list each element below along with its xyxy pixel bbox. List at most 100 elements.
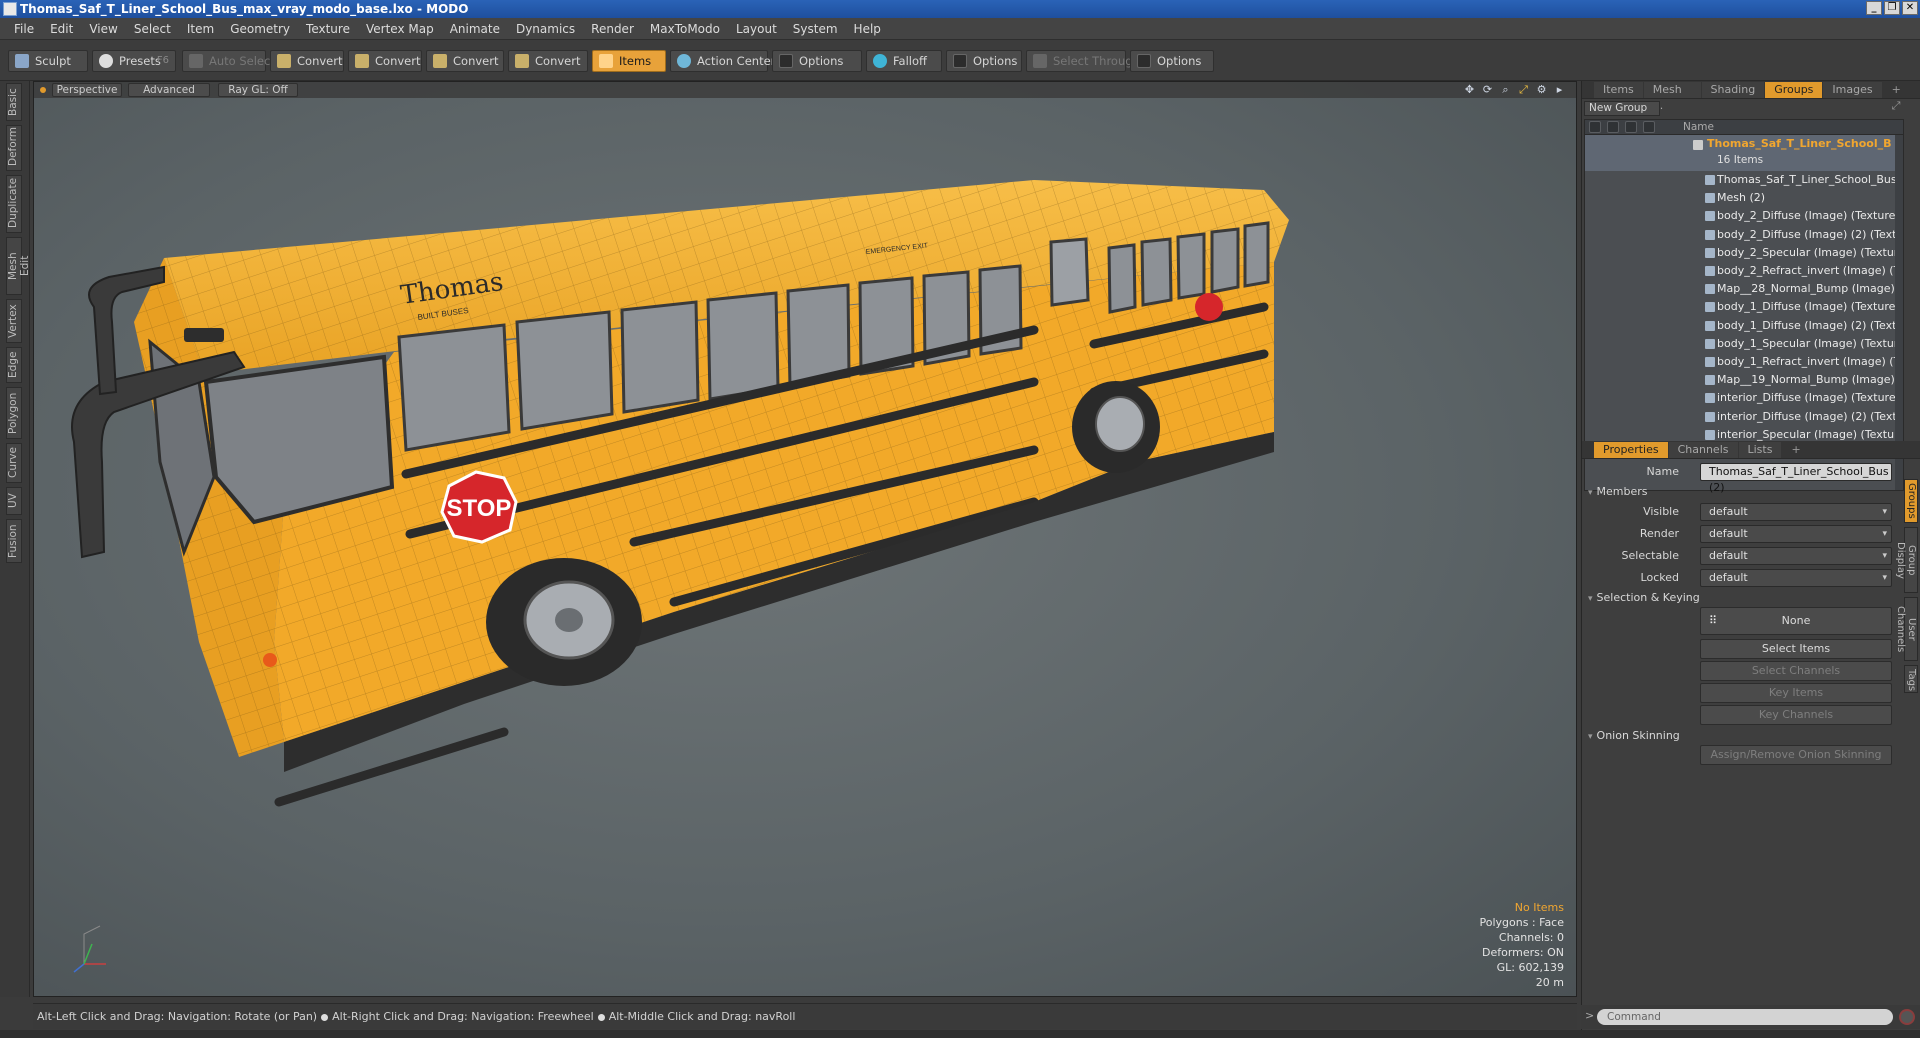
- tree-item-row[interactable]: body_1_Diffuse (Image) (2) (Textu...: [1585, 317, 1903, 335]
- tree-item-row[interactable]: interior_Diffuse (Image) (Texture): [1585, 389, 1903, 407]
- tab-channels[interactable]: Channels: [1668, 442, 1738, 458]
- action-center-button[interactable]: Action Center: [670, 50, 775, 72]
- lock-column-icon[interactable]: [1625, 121, 1637, 133]
- onion-skinning-section[interactable]: Onion Skinning: [1588, 729, 1680, 742]
- tree-item-row[interactable]: interior_Diffuse (Image) (2) (Texture): [1585, 408, 1903, 426]
- menu-layout[interactable]: Layout: [728, 22, 785, 36]
- presets-button[interactable]: Presets F6: [92, 50, 176, 72]
- fit-icon[interactable]: ⤢: [1517, 83, 1530, 96]
- convert-button-2[interactable]: Convert: [348, 50, 422, 72]
- action-center-options-button[interactable]: Options: [772, 50, 862, 72]
- tab-mesh[interactable]: Mesh ...: [1643, 82, 1701, 112]
- tree-item-row[interactable]: body_2_Diffuse (Image) (Texture): [1585, 207, 1903, 225]
- menu-texture[interactable]: Texture: [298, 22, 358, 36]
- convert-button-4[interactable]: Convert: [508, 50, 588, 72]
- add-tab-icon[interactable]: +: [1782, 442, 1809, 458]
- locked-dropdown[interactable]: default ▾: [1700, 569, 1892, 587]
- key-channels-button[interactable]: Key Channels: [1700, 705, 1892, 725]
- visible-dropdown[interactable]: default ▾: [1700, 503, 1892, 521]
- select-channels-button[interactable]: Select Channels: [1700, 661, 1892, 681]
- render-dropdown[interactable]: default ▾: [1700, 525, 1892, 543]
- tab-items[interactable]: Items: [1594, 82, 1643, 98]
- menu-animate[interactable]: Animate: [442, 22, 508, 36]
- tab-mesh-edit[interactable]: Mesh Edit: [6, 237, 31, 295]
- new-group-button[interactable]: New Group: [1584, 101, 1660, 116]
- select-through-button[interactable]: Select Through: [1026, 50, 1140, 72]
- menu-edit[interactable]: Edit: [42, 22, 81, 36]
- tree-item-row[interactable]: body_1_Diffuse (Image) (Texture): [1585, 298, 1903, 316]
- 3d-viewport[interactable]: STOP Thomas BUILT BUSES EMERGENCY EXIT P…: [33, 81, 1577, 997]
- raygl-toggle[interactable]: Ray GL: Off: [218, 83, 298, 97]
- tab-lists[interactable]: Lists: [1738, 442, 1782, 458]
- record-macro-icon[interactable]: [1899, 1009, 1915, 1025]
- falloff-options-button[interactable]: Options: [946, 50, 1022, 72]
- command-history-arrow-icon[interactable]: >: [1585, 1009, 1594, 1022]
- assign-onion-skinning-button[interactable]: Assign/Remove Onion Skinning: [1700, 745, 1892, 765]
- tab-shading[interactable]: Shading: [1701, 82, 1765, 98]
- falloff-button[interactable]: Falloff: [866, 50, 942, 72]
- viewport-menu-icon[interactable]: [40, 87, 46, 93]
- side-tab-groups[interactable]: Groups: [1904, 479, 1918, 523]
- tree-item-row[interactable]: body_1_Specular (Image) (Texture): [1585, 335, 1903, 353]
- tab-fusion[interactable]: Fusion: [6, 519, 22, 563]
- command-input[interactable]: Command: [1597, 1009, 1893, 1025]
- expand-arrow-icon[interactable]: ▸: [1553, 83, 1566, 96]
- tree-item-row[interactable]: Map__28_Normal_Bump (Image) ( ...: [1585, 280, 1903, 298]
- side-tab-user-channels[interactable]: User Channels: [1895, 597, 1918, 661]
- tab-curve[interactable]: Curve: [6, 443, 22, 483]
- menu-geometry[interactable]: Geometry: [222, 22, 298, 36]
- restore-button[interactable]: ❐: [1884, 1, 1900, 15]
- group-row[interactable]: Thomas_Saf_T_Liner_School_B ... 16 Items: [1585, 135, 1903, 171]
- view-type-dropdown[interactable]: Perspective: [52, 83, 122, 97]
- tab-properties[interactable]: Properties: [1594, 442, 1668, 458]
- tree-item-row[interactable]: body_2_Specular (Image) (Texture): [1585, 244, 1903, 262]
- rotate-icon[interactable]: ⟳: [1481, 83, 1494, 96]
- menu-help[interactable]: Help: [846, 22, 889, 36]
- members-section[interactable]: Members: [1588, 485, 1648, 498]
- shading-advanced-dropdown[interactable]: Advanced: [128, 83, 210, 97]
- key-items-button[interactable]: Key Items: [1700, 683, 1892, 703]
- menu-maxtomodo[interactable]: MaxToModo: [642, 22, 728, 36]
- tree-item-row[interactable]: Thomas_Saf_T_Liner_School_Bus: [1585, 171, 1903, 189]
- groups-tree[interactable]: Name Thomas_Saf_T_Liner_School_B ... 16 …: [1584, 119, 1904, 491]
- menu-file[interactable]: File: [6, 22, 42, 36]
- menu-item[interactable]: Item: [179, 22, 222, 36]
- menu-system[interactable]: System: [785, 22, 846, 36]
- convert-button-1[interactable]: Convert: [270, 50, 344, 72]
- zoom-icon[interactable]: ⌕: [1499, 83, 1512, 96]
- menu-select[interactable]: Select: [126, 22, 179, 36]
- selection-keying-section[interactable]: Selection & Keying: [1588, 591, 1700, 604]
- group-name-field[interactable]: Thomas_Saf_T_Liner_School_Bus (2): [1700, 463, 1892, 494]
- select-column-icon[interactable]: [1643, 121, 1655, 133]
- tree-item-row[interactable]: Mesh (2): [1585, 189, 1903, 207]
- convert-button-3[interactable]: Convert: [426, 50, 504, 72]
- tab-images[interactable]: Images: [1823, 82, 1882, 98]
- tab-uv[interactable]: UV: [6, 487, 22, 515]
- tree-item-row[interactable]: body_2_Refract_invert (Image) (T ...: [1585, 262, 1903, 280]
- close-button[interactable]: ✕: [1902, 1, 1918, 15]
- pan-icon[interactable]: ✥: [1463, 83, 1476, 96]
- tab-groups[interactable]: Groups: [1765, 82, 1823, 98]
- tree-item-row[interactable]: Map__19_Normal_Bump (Image) ( ...: [1585, 371, 1903, 389]
- tab-polygon[interactable]: Polygon: [6, 387, 22, 439]
- menu-render[interactable]: Render: [583, 22, 642, 36]
- minimize-button[interactable]: _: [1866, 1, 1882, 15]
- menu-view[interactable]: View: [81, 22, 125, 36]
- auto-select-button[interactable]: Auto Select: [182, 50, 275, 72]
- tree-item-row[interactable]: body_1_Refract_invert (Image) (T ...: [1585, 353, 1903, 371]
- render-column-icon[interactable]: [1607, 121, 1619, 133]
- sculpt-button[interactable]: Sculpt: [8, 50, 88, 72]
- tab-duplicate[interactable]: Duplicate: [6, 175, 22, 233]
- selectable-dropdown[interactable]: default ▾: [1700, 547, 1892, 565]
- tab-deform[interactable]: Deform: [6, 125, 22, 171]
- side-tab-tags[interactable]: Tags: [1904, 665, 1918, 693]
- tab-edge[interactable]: Edge: [6, 347, 22, 383]
- menu-vertex-map[interactable]: Vertex Map: [358, 22, 442, 36]
- select-items-button[interactable]: Select Items: [1700, 639, 1892, 659]
- add-tab-icon[interactable]: + ⤢: [1883, 82, 1920, 112]
- tree-scrollbar[interactable]: [1895, 135, 1903, 490]
- side-tab-group-display[interactable]: Group Display: [1895, 527, 1918, 593]
- tab-basic[interactable]: Basic: [6, 83, 22, 121]
- select-through-options-button[interactable]: Options: [1130, 50, 1214, 72]
- tree-item-row[interactable]: body_2_Diffuse (Image) (2) (Textu...: [1585, 226, 1903, 244]
